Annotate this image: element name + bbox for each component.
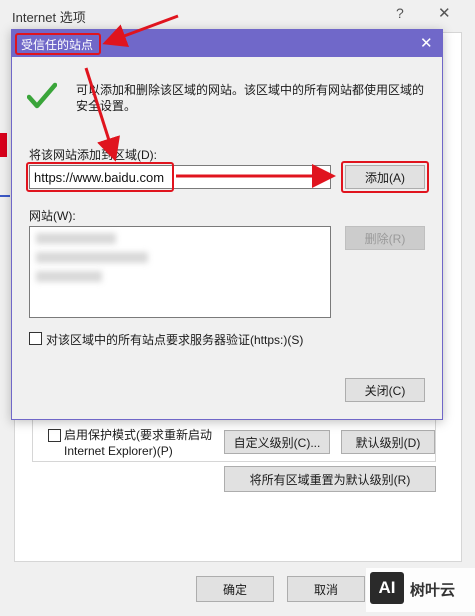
checkmark-icon: [27, 82, 57, 109]
protected-mode-checkbox[interactable]: [48, 429, 61, 442]
watermark-text: 树叶云: [410, 582, 456, 599]
add-site-label: 将该网站添加到区域(D):: [29, 148, 157, 162]
watermark: AI 树叶云: [366, 568, 475, 612]
blurred-site-entry: [36, 252, 148, 263]
blurred-site-entry: [36, 271, 102, 282]
protected-mode-label: 启用保护模式(要求重新启动 Internet Explorer)(P): [64, 428, 212, 458]
websites-list[interactable]: [29, 226, 331, 318]
zone-underline-mark: [0, 195, 10, 197]
add-button-highlight-box: [341, 161, 429, 193]
watermark-logo: AI: [370, 572, 404, 604]
dialog-close-button[interactable]: 关闭(C): [345, 378, 425, 402]
cancel-button[interactable]: 取消: [287, 576, 365, 602]
help-icon[interactable]: ?: [396, 5, 404, 21]
websites-label: 网站(W):: [29, 209, 76, 223]
reset-all-zones-button[interactable]: 将所有区域重置为默认级别(R): [224, 466, 436, 492]
dialog-close-icon[interactable]: ✕: [420, 34, 433, 52]
title-highlight-box: [15, 33, 101, 55]
window-title: Internet 选项: [12, 10, 86, 25]
input-highlight-box: [26, 162, 174, 192]
zone-accent-mark: [0, 133, 7, 157]
default-level-button[interactable]: 默认级别(D): [341, 430, 435, 454]
window-close-icon[interactable]: ✕: [438, 4, 451, 22]
blurred-site-entry: [36, 233, 116, 244]
ok-button[interactable]: 确定: [196, 576, 274, 602]
custom-level-button[interactable]: 自定义级别(C)...: [224, 430, 330, 454]
trusted-sites-dialog: 受信任的站点 ✕ 可以添加和删除该区域的网站。该区域中的所有网站都使用区域的安全…: [11, 29, 443, 420]
https-verify-label: 对该区域中的所有站点要求服务器验证(https:)(S): [46, 333, 304, 347]
dialog-info-text: 可以添加和删除该区域的网站。该区域中的所有网站都使用区域的安全设置。: [76, 83, 425, 113]
https-verify-checkbox[interactable]: [29, 332, 42, 345]
remove-button[interactable]: 删除(R): [345, 226, 425, 250]
